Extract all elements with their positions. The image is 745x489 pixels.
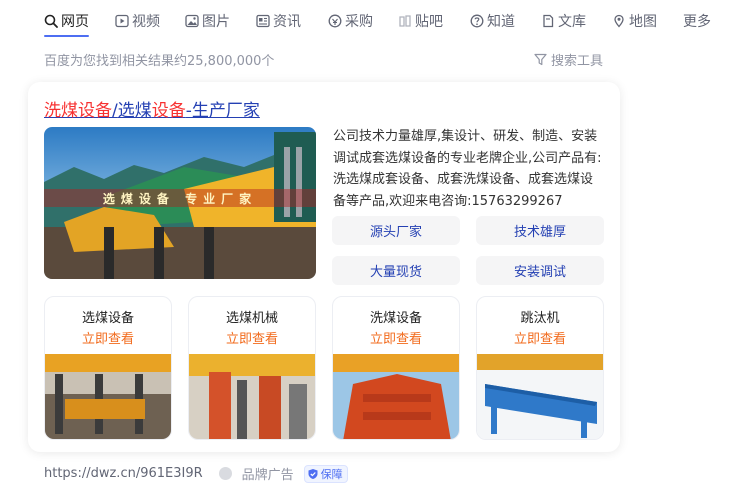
product-image: [477, 354, 603, 439]
product-card[interactable]: 选煤机械 立即查看: [188, 296, 316, 440]
tab-web[interactable]: 网页: [44, 12, 89, 30]
tab-news[interactable]: 资讯: [256, 12, 301, 30]
tab-label: 视频: [132, 14, 160, 30]
tab-video[interactable]: 视频: [115, 12, 160, 30]
result-description: 公司技术力量雄厚,集设计、研发、制造、安装调试成套选煤设备的专业老牌企业,公司产…: [333, 129, 602, 209]
tab-label: 贴吧: [415, 14, 443, 30]
search-icon: [44, 14, 58, 28]
tab-more[interactable]: 更多: [683, 12, 711, 30]
product-name: 跳汰机: [520, 311, 560, 326]
tieba-icon: [398, 14, 412, 28]
news-icon: [256, 14, 270, 28]
tab-label: 资讯: [273, 14, 301, 30]
tab-label: 网页: [61, 14, 89, 30]
tag-chip-source-factory[interactable]: 源头厂家: [332, 216, 460, 245]
search-tools-button[interactable]: 搜索工具: [534, 50, 603, 69]
result-url[interactable]: https://dwz.cn/961E3I9R: [44, 466, 203, 481]
image-icon: [185, 14, 199, 28]
tab-label: 地图: [629, 14, 657, 30]
tab-label: 采购: [345, 14, 373, 30]
tag-chip-tech[interactable]: 技术雄厚: [476, 216, 604, 245]
tab-image[interactable]: 图片: [185, 12, 230, 30]
view-now-link[interactable]: 立即查看: [45, 328, 171, 347]
result-main-image[interactable]: 选煤设备 专业厂家: [44, 127, 316, 279]
tab-purchase[interactable]: 采购: [328, 12, 373, 30]
result-footer: https://dwz.cn/961E3I9R 品牌广告 保障: [44, 464, 348, 483]
product-card[interactable]: 选煤设备 立即查看: [44, 296, 172, 440]
view-now-link[interactable]: 立即查看: [477, 328, 603, 347]
active-tab-indicator: [44, 35, 89, 37]
tab-zhidao[interactable]: 知道: [470, 12, 515, 30]
tab-map[interactable]: 地图: [612, 12, 657, 30]
product-name: 选煤设备: [81, 311, 134, 326]
tab-tieba[interactable]: 贴吧: [398, 12, 443, 30]
tab-label: 图片: [202, 14, 230, 30]
product-card[interactable]: 跳汰机 立即查看: [476, 296, 604, 440]
purchase-icon: [328, 14, 342, 28]
circle-icon: [218, 467, 232, 480]
product-image: [189, 354, 315, 439]
product-image: [333, 354, 459, 439]
doc-icon: [541, 14, 555, 28]
video-icon: [115, 14, 129, 28]
tab-label: 更多: [683, 14, 711, 30]
product-name: 洗煤设备: [369, 311, 422, 326]
tab-wenku[interactable]: 文库: [541, 12, 586, 30]
product-name: 选煤机械: [225, 311, 278, 326]
view-now-link[interactable]: 立即查看: [333, 328, 459, 347]
product-card[interactable]: 洗煤设备 立即查看: [332, 296, 460, 440]
guarantee-badge[interactable]: 保障: [303, 464, 348, 483]
product-image: [45, 354, 171, 439]
shield-check-icon: [308, 468, 318, 479]
tab-label: 知道: [487, 14, 515, 30]
question-icon: [470, 14, 484, 28]
map-icon: [612, 14, 626, 28]
search-tabs: 网页 视频 图片 资讯 采购 贴吧 知道 文库 地图 更多: [0, 0, 745, 40]
tag-chip-stock[interactable]: 大量现货: [332, 256, 460, 285]
result-title-link[interactable]: 洗煤设备/选煤设备-生产厂家: [44, 96, 260, 121]
filter-icon: [534, 53, 547, 66]
result-count: 百度为您找到相关结果约25,800,000个: [44, 54, 275, 69]
view-now-link[interactable]: 立即查看: [189, 328, 315, 347]
brand-ad-label[interactable]: 品牌广告: [242, 464, 294, 483]
tab-label: 文库: [558, 14, 586, 30]
image-banner-text: 选煤设备 专业厂家: [102, 192, 258, 206]
tag-chip-install[interactable]: 安装调试: [476, 256, 604, 285]
